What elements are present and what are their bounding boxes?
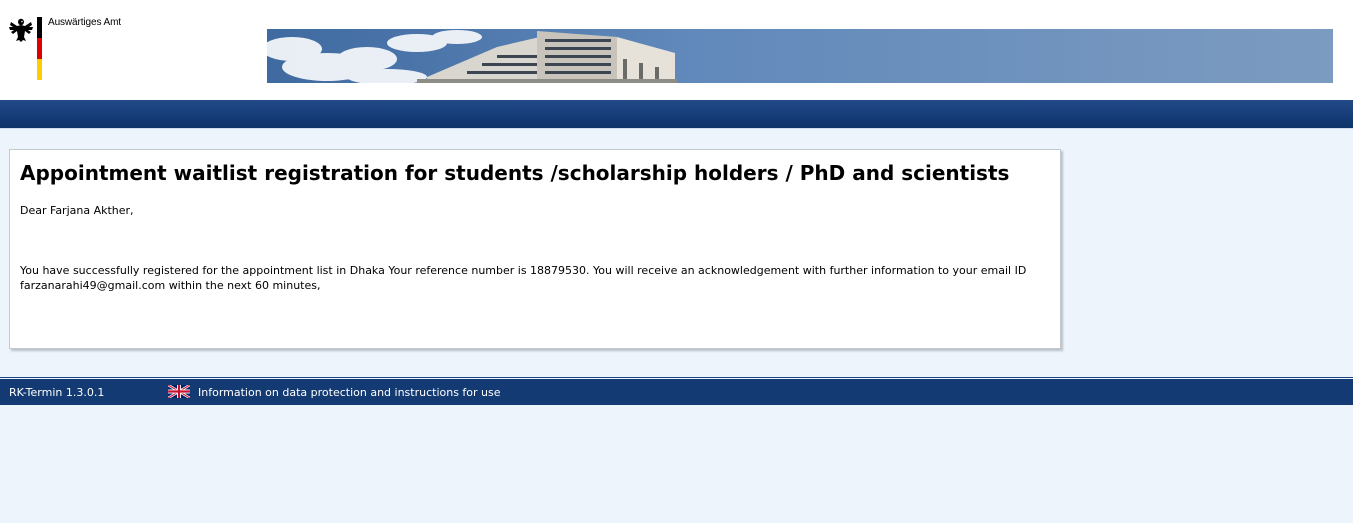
data-protection-info-link[interactable]: Information on data protection and instr… [198, 386, 501, 399]
confirmation-message: You have successfully registered for the… [20, 264, 1027, 292]
header-banner-image [267, 29, 1333, 83]
german-flag-stripe [37, 17, 42, 80]
confirmation-panel: Appointment waitlist registration for st… [9, 149, 1061, 349]
page-title: Appointment waitlist registration for st… [20, 161, 1010, 185]
building-photo [267, 29, 1333, 83]
page-footer: RK-Termin 1.3.0.1 Information on data pr… [0, 379, 1353, 405]
salutation-text: Dear Farjana Akther, [20, 204, 134, 217]
federal-eagle-icon [9, 18, 33, 42]
auswaertiges-amt-logo[interactable]: Auswärtiges Amt [8, 16, 208, 82]
top-navigation-bar [0, 100, 1353, 129]
footer-divider [0, 377, 1353, 378]
logo-text: Auswärtiges Amt [48, 17, 121, 28]
uk-flag-icon[interactable] [168, 385, 190, 398]
page-header: Auswärtiges Amt [0, 0, 1353, 100]
version-label: RK-Termin 1.3.0.1 [9, 386, 105, 399]
